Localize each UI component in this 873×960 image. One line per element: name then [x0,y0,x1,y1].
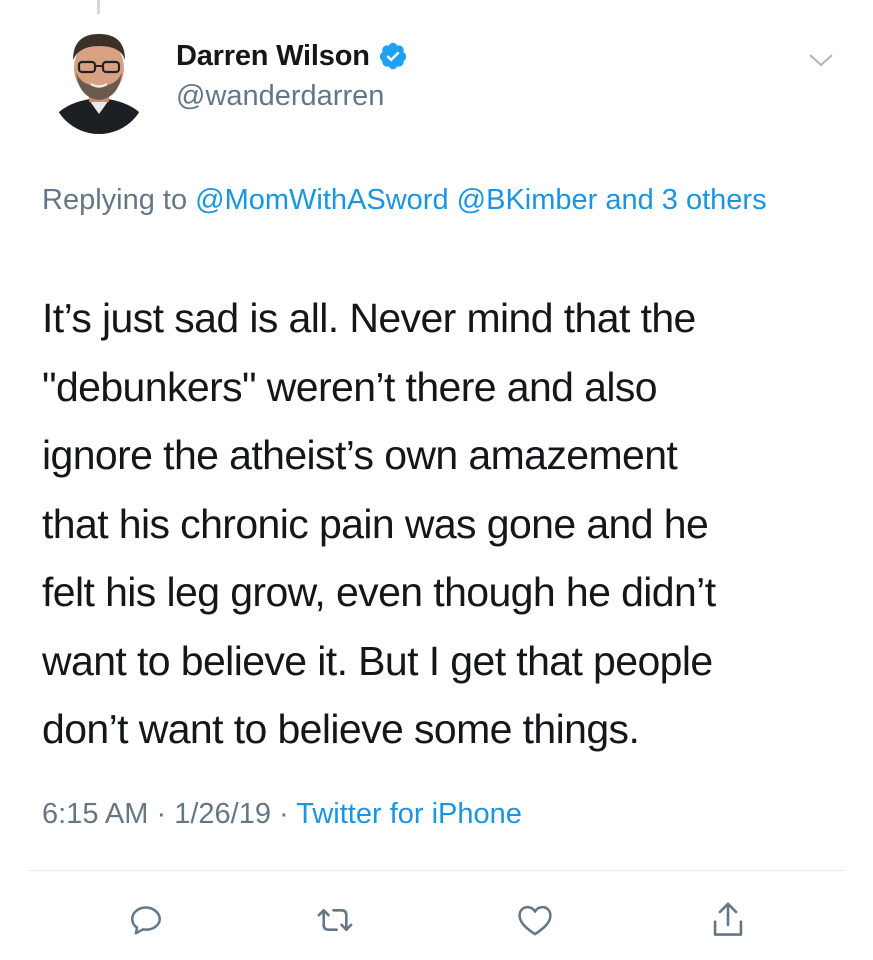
tweet-text-line: felt his leg grow, even though he didn’t [42,569,716,615]
tweet-text-line: "debunkers" weren’t there and also [42,363,658,410]
thread-connector-line [97,0,100,14]
meta-separator: · [279,798,289,830]
avatar[interactable] [51,24,147,134]
others-link[interactable]: and 3 others [605,184,766,216]
tweet-text: It’s just sad is all. Never mind that th… [42,284,842,764]
tweet-time[interactable]: 6:15 AM [42,798,148,830]
share-icon[interactable] [704,896,752,944]
tweet-source-link[interactable]: Twitter for iPhone [296,798,522,830]
author-handle[interactable]: @wanderdarren [176,80,384,113]
author-display-name[interactable]: Darren Wilson [176,40,370,73]
avatar-image [51,24,147,134]
reply-icon[interactable] [122,896,170,944]
tweet-text-line: that his chronic pain was gone and he [42,500,709,547]
tweet-actions-bar [0,896,873,944]
heart-icon[interactable] [511,896,559,944]
divider [28,870,845,871]
replying-to-label: Replying to [42,184,188,216]
tweet-date[interactable]: 1/26/19 [174,798,271,830]
author-name-row: Darren Wilson [176,38,408,74]
meta-separator: · [156,798,167,830]
retweet-icon[interactable] [311,896,359,944]
tweet-text-line: It’s just sad is all. Never mind that th… [42,295,696,341]
verified-badge-icon [378,41,408,71]
mention-link[interactable]: @MomWithASword [195,184,448,216]
tweet-metadata: 6:15 AM · 1/26/19 · Twitter for iPhone [42,798,522,831]
tweet-text-line: want to believe it. But I get that peopl… [42,637,713,684]
replying-to-line: Replying to @MomWithASword @BKimber and … [42,176,822,224]
tweet-text-line: don’t want to believe some things. [42,706,640,752]
mention-link[interactable]: @BKimber [457,184,598,216]
tweet-text-line: ignore the atheist’s own amazement [42,432,678,478]
chevron-down-icon[interactable] [806,48,836,72]
